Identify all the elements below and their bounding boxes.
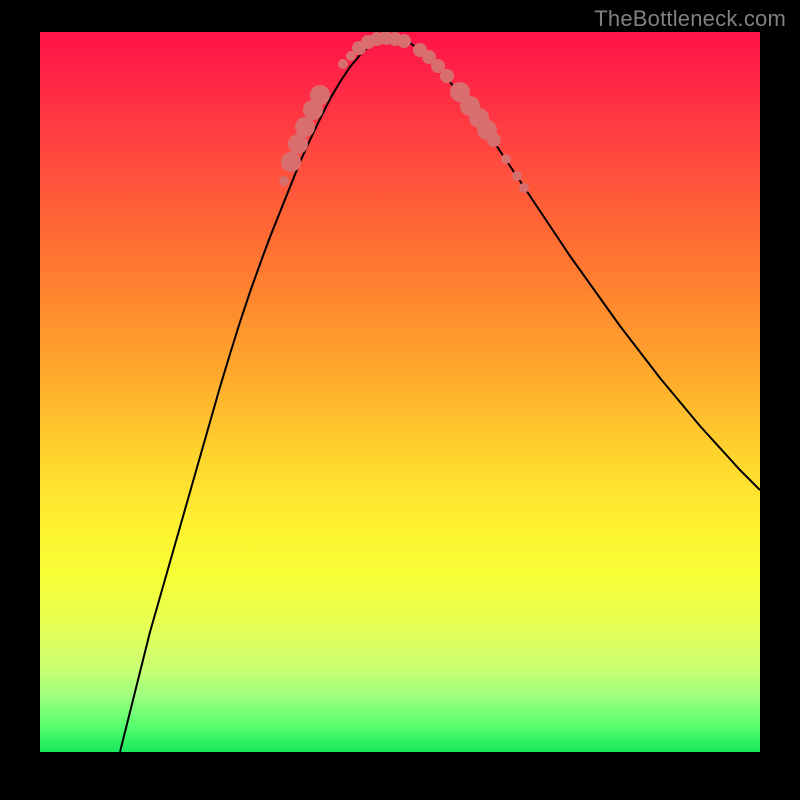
- data-dot: [440, 69, 454, 83]
- data-dot: [295, 117, 315, 137]
- data-dot: [281, 152, 301, 172]
- data-dot: [338, 59, 348, 69]
- data-dots: [279, 32, 529, 193]
- watermark-label: TheBottleneck.com: [594, 6, 786, 32]
- data-dot: [519, 183, 529, 193]
- data-dot: [512, 171, 522, 181]
- data-dot: [487, 133, 501, 147]
- data-dot: [397, 34, 411, 48]
- bottleneck-curve: [120, 38, 760, 752]
- plot-area: [40, 32, 760, 752]
- chart-svg: [40, 32, 760, 752]
- chart-stage: TheBottleneck.com: [0, 0, 800, 800]
- data-dot: [279, 176, 289, 186]
- data-dot: [501, 154, 511, 164]
- data-dot: [310, 85, 330, 105]
